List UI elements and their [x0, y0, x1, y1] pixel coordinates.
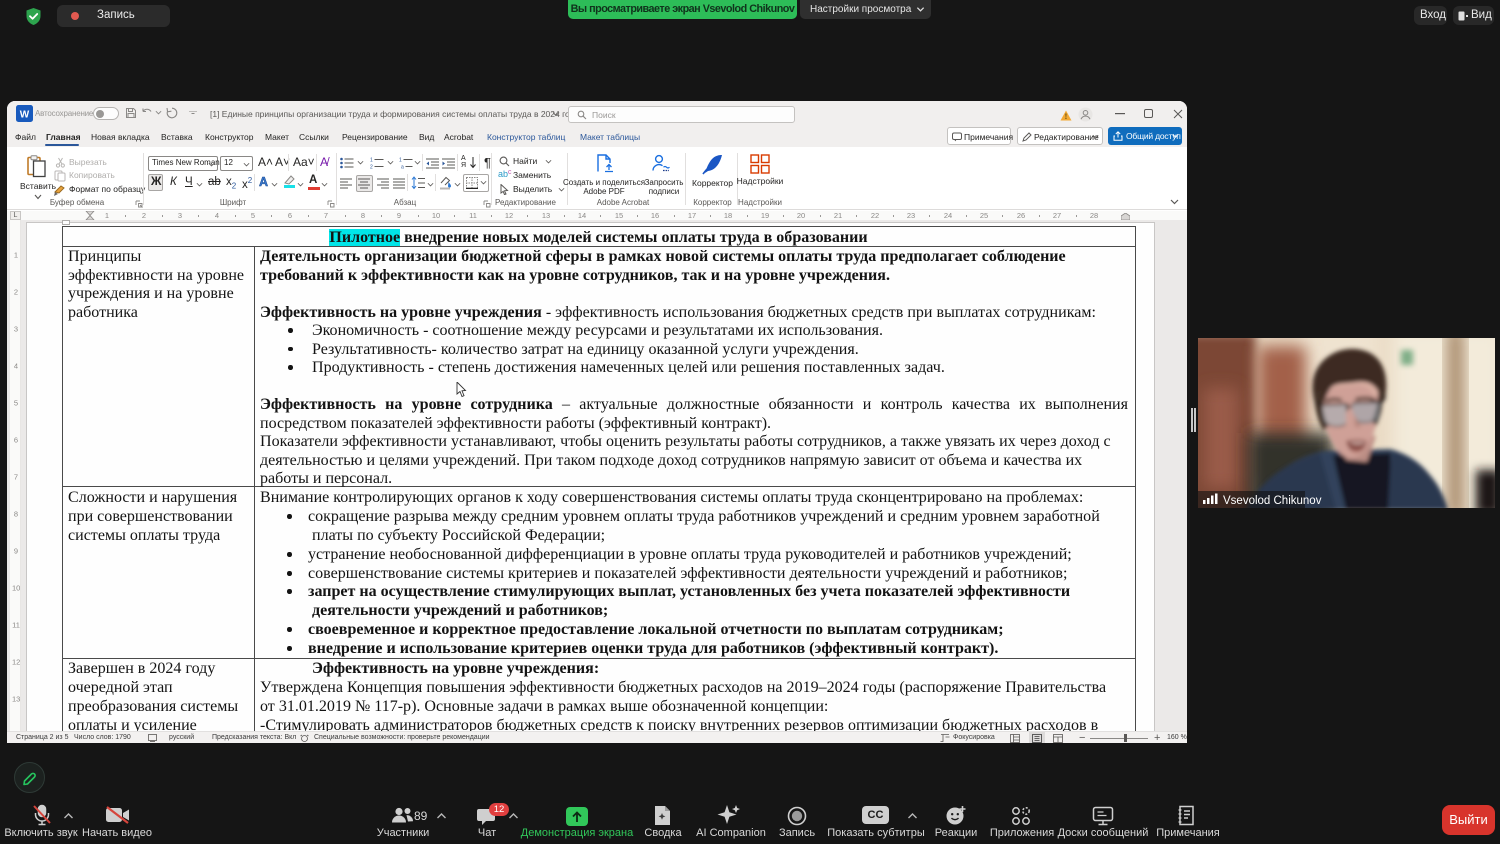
svg-text:a: a — [401, 165, 404, 170]
svg-text:W: W — [20, 110, 30, 121]
svg-text:1: 1 — [399, 158, 402, 164]
svg-text:2: 2 — [370, 165, 373, 170]
svg-text:!: ! — [1065, 112, 1068, 121]
svg-text:Vsevolod Chikunov: Vsevolod Chikunov — [1223, 495, 1322, 507]
svg-text:1: 1 — [370, 158, 373, 164]
